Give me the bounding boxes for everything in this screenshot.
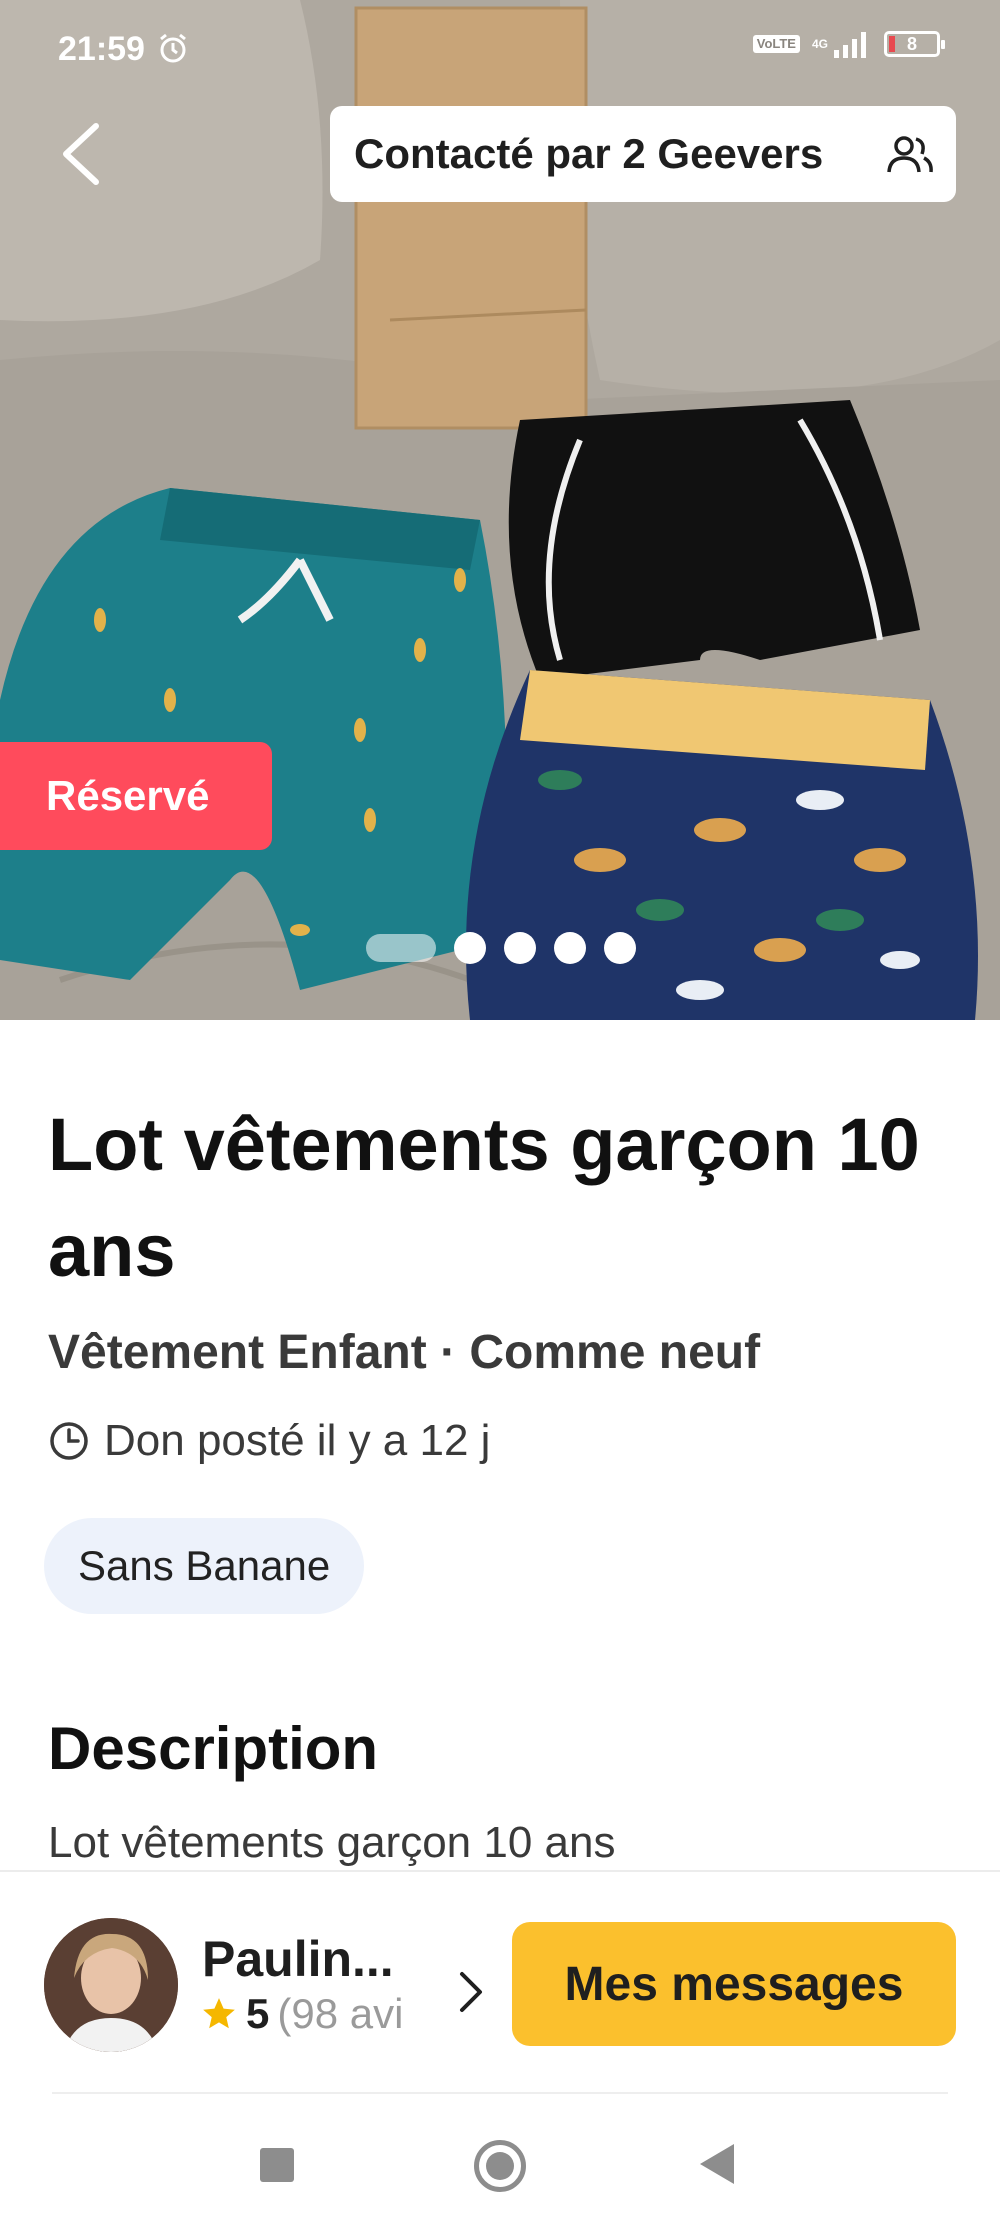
back-triangle-icon[interactable]: [700, 2144, 734, 2184]
contacted-label: Contacté par 2 Geevers: [354, 130, 824, 177]
system-navigation-bar: [0, 2092, 1000, 2226]
recent-apps-icon[interactable]: [260, 2148, 294, 2182]
status-bar: 21:59 VoLTE 4G 8: [0, 0, 1000, 100]
seller-rating: 5 (98 avi: [200, 1990, 426, 2038]
network-type: 4G: [811, 37, 828, 51]
alarm-icon: [160, 33, 186, 63]
signal-icon: [834, 32, 866, 58]
clock-icon: [50, 1422, 88, 1460]
status-indicators: VoLTE 4G 8: [752, 30, 945, 58]
status-time: 21:59: [58, 30, 145, 68]
people-icon: [887, 136, 933, 173]
description-text: Lot vêtements garçon 10 ans: [48, 1818, 616, 1867]
divider: [52, 2092, 948, 2094]
rating-count: (98 avi: [277, 1990, 404, 2037]
carousel-dot[interactable]: [504, 932, 536, 964]
carousel-dot[interactable]: [604, 932, 636, 964]
volte-badge: VoLTE: [752, 35, 800, 53]
carousel-indicator[interactable]: [366, 932, 636, 964]
posted-label: Don posté il y a 12 j: [104, 1416, 491, 1465]
listing-photo[interactable]: 21:59 VoLTE 4G 8 Contacté par 2 Geevers …: [0, 0, 1000, 1020]
rating-value: 5: [246, 1990, 270, 2037]
seller-name[interactable]: Paulin...: [202, 1930, 394, 1988]
reserved-badge-label: Réservé: [46, 772, 210, 819]
description-heading: Description: [48, 1715, 379, 1782]
back-button[interactable]: [52, 118, 108, 190]
battery-level: 8: [906, 33, 917, 54]
listing-category-condition: Vêtement Enfant · Comme neuf: [48, 1326, 761, 1379]
carousel-dot-active[interactable]: [366, 934, 436, 962]
contacted-count-pill[interactable]: Contacté par 2 Geevers: [330, 106, 956, 202]
posted-info: Don posté il y a 12 j: [48, 1416, 490, 1466]
star-icon: [203, 1998, 235, 2029]
carousel-dot[interactable]: [554, 932, 586, 964]
listing-title: Lot vêtements garçon 10 ans: [48, 1103, 920, 1292]
chevron-right-icon[interactable]: [452, 1968, 488, 2016]
home-icon[interactable]: [474, 2140, 526, 2192]
listing-tag[interactable]: Sans Banane: [44, 1518, 365, 1614]
carousel-dot[interactable]: [454, 932, 486, 964]
seller-action-bar: Paulin... 5 (98 avi Mes messages: [0, 1870, 1000, 2090]
reserved-badge: Réservé: [0, 742, 272, 850]
battery-icon: 8: [884, 31, 945, 57]
seller-avatar[interactable]: [44, 1918, 178, 2052]
my-messages-button[interactable]: Mes messages: [512, 1922, 956, 2046]
